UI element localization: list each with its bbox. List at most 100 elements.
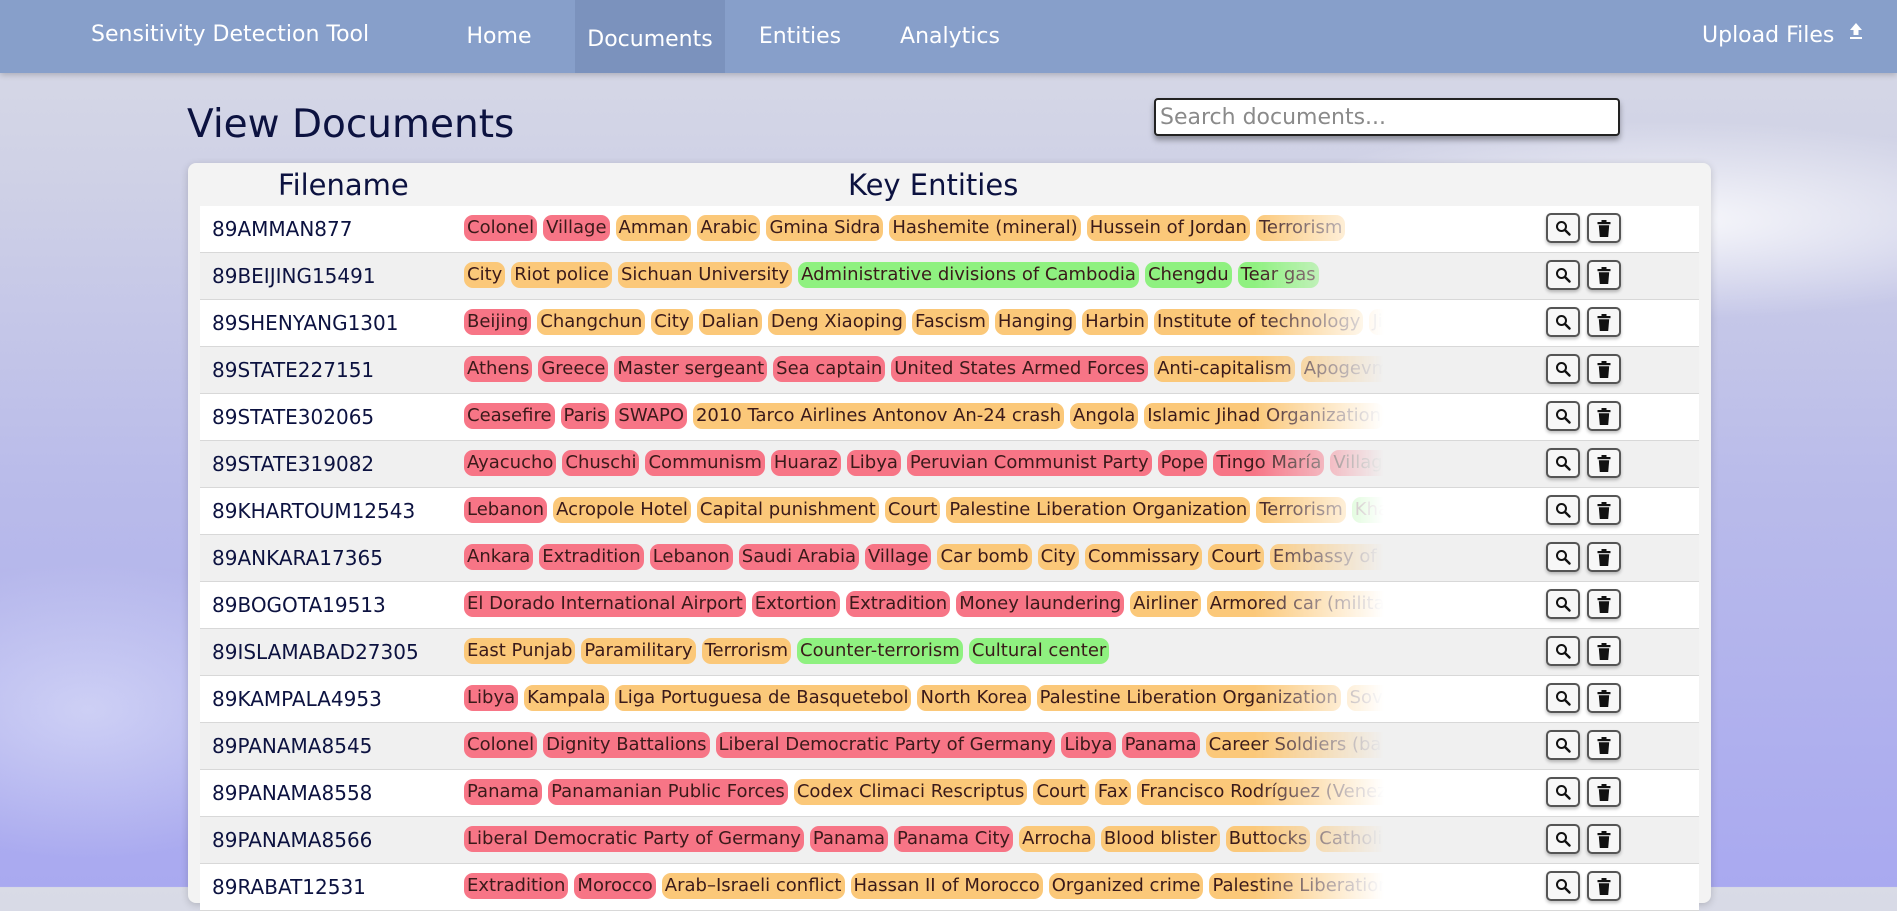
- entity-tag[interactable]: Court: [1208, 544, 1264, 570]
- entity-tag[interactable]: Extortion: [751, 591, 840, 617]
- entity-tag[interactable]: Court: [1033, 779, 1089, 805]
- entity-tag[interactable]: Soviet Union: [1346, 685, 1384, 711]
- search-input[interactable]: [1154, 98, 1620, 136]
- entity-tag[interactable]: Counter-terrorism: [797, 638, 963, 664]
- entity-tag[interactable]: Blood blister: [1100, 826, 1220, 852]
- entity-tag[interactable]: Tear gas: [1237, 262, 1319, 288]
- entity-tag[interactable]: Airliner: [1130, 591, 1201, 617]
- entity-tag[interactable]: Panama: [1121, 732, 1200, 758]
- view-document-button[interactable]: [1546, 495, 1580, 525]
- entity-tag[interactable]: 2010 Tarco Airlines Antonov An-24 crash: [692, 403, 1065, 429]
- entity-tag[interactable]: Lebanon: [649, 544, 733, 570]
- entity-tag[interactable]: Institute of technology: [1153, 309, 1364, 335]
- entity-tag[interactable]: Liga Portuguesa de Basquetebol: [614, 685, 912, 711]
- entity-tag[interactable]: Fascism: [912, 309, 989, 335]
- entity-tag[interactable]: Dignity Battalions: [543, 732, 710, 758]
- entity-tag[interactable]: Dalian: [698, 309, 762, 335]
- entity-tag[interactable]: Sichuan University: [618, 262, 793, 288]
- entity-tag[interactable]: Codex Climaci Rescriptus: [793, 779, 1028, 805]
- entity-tag[interactable]: Career Soldiers (band): [1205, 732, 1384, 758]
- entity-tag[interactable]: Apogevmatini: [1300, 356, 1384, 382]
- row-filename[interactable]: 89KAMPALA4953: [212, 676, 382, 722]
- entity-tag[interactable]: Terrorism: [701, 638, 791, 664]
- entity-tag[interactable]: North Korea: [917, 685, 1031, 711]
- row-filename[interactable]: 89BEIJING15491: [212, 253, 376, 299]
- view-document-button[interactable]: [1546, 683, 1580, 713]
- row-filename[interactable]: 89PANAMA8558: [212, 770, 372, 816]
- entity-tag[interactable]: Terrorism: [1256, 497, 1346, 523]
- entity-tag[interactable]: Arab–Israeli conflict: [661, 873, 845, 899]
- entity-tag[interactable]: Sea captain: [773, 356, 886, 382]
- entity-tag[interactable]: Jilin: [1369, 309, 1384, 335]
- entity-tag[interactable]: Armored car (military): [1206, 591, 1384, 617]
- entity-tag[interactable]: Liberal Democratic Party of Germany: [715, 732, 1056, 758]
- delete-document-button[interactable]: [1587, 401, 1621, 431]
- entity-tag[interactable]: Ayacucho: [464, 450, 557, 476]
- delete-document-button[interactable]: [1587, 824, 1621, 854]
- row-filename[interactable]: 89PANAMA8566: [212, 817, 372, 863]
- view-document-button[interactable]: [1546, 824, 1580, 854]
- entity-tag[interactable]: Hussein of Jordan: [1086, 215, 1250, 241]
- view-document-button[interactable]: [1546, 871, 1580, 901]
- nav-home[interactable]: Home: [448, 0, 550, 73]
- delete-document-button[interactable]: [1587, 495, 1621, 525]
- entity-tag[interactable]: City: [1037, 544, 1079, 570]
- entity-tag[interactable]: Francisco Rodríguez (Venezuelan): [1137, 779, 1384, 805]
- entity-tag[interactable]: Panama City: [893, 826, 1014, 852]
- entity-tag[interactable]: Palestine Liberation Organization: [1036, 685, 1341, 711]
- entity-tag[interactable]: Buttocks: [1225, 826, 1311, 852]
- row-filename[interactable]: 89STATE319082: [212, 441, 374, 487]
- upload-files-button[interactable]: Upload Files: [1702, 22, 1863, 48]
- entity-tag[interactable]: Commissary: [1084, 544, 1203, 570]
- entity-tag[interactable]: Master sergeant: [614, 356, 768, 382]
- entity-tag[interactable]: Huaraz: [770, 450, 841, 476]
- entity-tag[interactable]: Ceasefire: [464, 403, 555, 429]
- view-document-button[interactable]: [1546, 213, 1580, 243]
- entity-tag[interactable]: Panama: [809, 826, 888, 852]
- entity-tag[interactable]: Organized crime: [1048, 873, 1204, 899]
- delete-document-button[interactable]: [1587, 354, 1621, 384]
- view-document-button[interactable]: [1546, 401, 1580, 431]
- entity-tag[interactable]: Extradition: [845, 591, 951, 617]
- entity-tag[interactable]: Amman: [615, 215, 692, 241]
- entity-tag[interactable]: Saudi Arabia: [738, 544, 860, 570]
- entity-tag[interactable]: Pope: [1157, 450, 1208, 476]
- row-filename[interactable]: 89RABAT12531: [212, 864, 366, 910]
- entity-tag[interactable]: Terrorism: [1255, 215, 1346, 241]
- entity-tag[interactable]: City: [464, 262, 506, 288]
- entity-tag[interactable]: El Dorado International Airport: [464, 591, 746, 617]
- entity-tag[interactable]: Chuschi: [562, 450, 640, 476]
- entity-tag[interactable]: Riot police: [511, 262, 612, 288]
- entity-tag[interactable]: Panamanian Public Forces: [548, 779, 788, 805]
- entity-tag[interactable]: Gmina Sidra: [766, 215, 884, 241]
- entity-tag[interactable]: Extradition: [464, 873, 569, 899]
- entity-tag[interactable]: Khartoum: [1351, 497, 1384, 523]
- nav-analytics[interactable]: Analytics: [885, 0, 1015, 73]
- entity-tag[interactable]: Money laundering: [956, 591, 1125, 617]
- entity-tag[interactable]: Tingo María: [1213, 450, 1325, 476]
- entity-tag[interactable]: Court: [884, 497, 941, 523]
- entity-tag[interactable]: Morocco: [574, 873, 656, 899]
- delete-document-button[interactable]: [1587, 777, 1621, 807]
- entity-tag[interactable]: Libya: [846, 450, 901, 476]
- entity-tag[interactable]: Hanging: [994, 309, 1077, 335]
- view-document-button[interactable]: [1546, 260, 1580, 290]
- entity-tag[interactable]: Car bomb: [937, 544, 1032, 570]
- entity-tag[interactable]: Village: [865, 544, 932, 570]
- entity-tag[interactable]: City: [651, 309, 693, 335]
- entity-tag[interactable]: Harbin: [1082, 309, 1148, 335]
- entity-tag[interactable]: Chengdu: [1144, 262, 1232, 288]
- delete-document-button[interactable]: [1587, 307, 1621, 337]
- entity-tag[interactable]: Acropole Hotel: [553, 497, 691, 523]
- entity-tag[interactable]: Hassan II of Morocco: [850, 873, 1043, 899]
- entity-tag[interactable]: Peruvian Communist Party: [906, 450, 1152, 476]
- brand-title[interactable]: Sensitivity Detection Tool: [91, 22, 369, 47]
- entity-tag[interactable]: Arabic: [697, 215, 761, 241]
- entity-tag[interactable]: Deng Xiaoping: [767, 309, 906, 335]
- row-filename[interactable]: 89ANKARA17365: [212, 535, 383, 581]
- entity-tag[interactable]: Cultural center: [968, 638, 1110, 664]
- entity-tag[interactable]: Liberal Democratic Party of Germany: [464, 826, 804, 852]
- delete-document-button[interactable]: [1587, 260, 1621, 290]
- entity-tag[interactable]: East Punjab: [464, 638, 576, 664]
- delete-document-button[interactable]: [1587, 871, 1621, 901]
